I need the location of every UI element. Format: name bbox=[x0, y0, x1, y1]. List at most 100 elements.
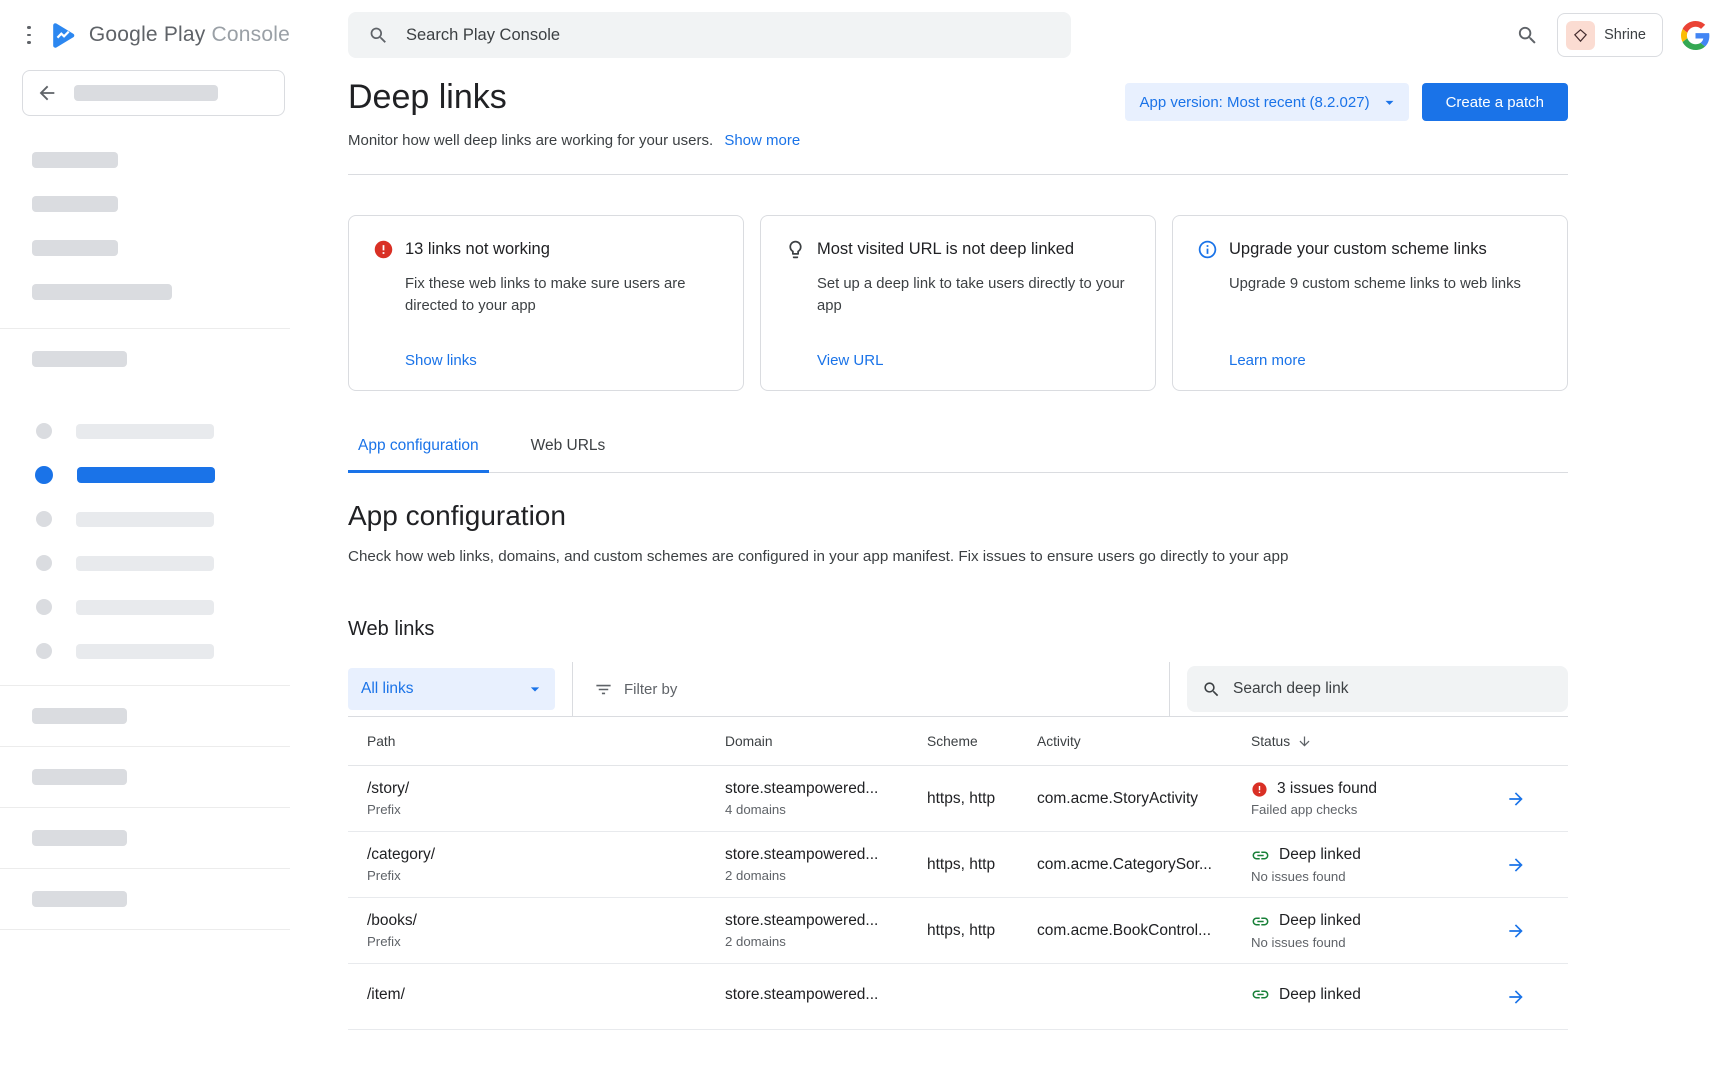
sidebar-item-active[interactable] bbox=[0, 453, 290, 497]
sidebar-item[interactable] bbox=[0, 541, 290, 585]
sidebar-skeleton-group bbox=[32, 152, 290, 300]
back-arrow-icon bbox=[36, 82, 58, 104]
sidebar: Google Play Console bbox=[0, 0, 290, 1080]
activity-value: com.acme.StoryActivity bbox=[1037, 790, 1251, 808]
google-account-avatar[interactable] bbox=[1681, 21, 1710, 50]
column-activity: Activity bbox=[1037, 734, 1251, 749]
arrow-forward-icon bbox=[1506, 987, 1526, 1007]
sidebar-item[interactable] bbox=[0, 409, 290, 453]
path-value: /books/ bbox=[367, 912, 725, 930]
domain-count: 4 domains bbox=[725, 802, 927, 817]
logo-suffix: Console bbox=[212, 23, 290, 46]
column-path: Path bbox=[348, 734, 725, 749]
status: Deep linked bbox=[1251, 912, 1497, 931]
nav-dot-icon bbox=[35, 466, 53, 484]
card-head: Upgrade your custom scheme links bbox=[1197, 239, 1543, 260]
info-icon bbox=[1197, 239, 1218, 260]
path-type: Prefix bbox=[367, 934, 725, 949]
path-type: Prefix bbox=[367, 868, 725, 883]
row-detail-arrow[interactable] bbox=[1506, 921, 1568, 941]
activity-value: com.acme.BookControl... bbox=[1037, 922, 1251, 940]
sidebar-item[interactable] bbox=[0, 497, 290, 541]
menu-icon[interactable] bbox=[27, 26, 31, 44]
link-icon bbox=[1251, 846, 1270, 865]
path-value: /category/ bbox=[367, 846, 725, 864]
row-detail-arrow[interactable] bbox=[1506, 855, 1568, 875]
sidebar-section bbox=[0, 746, 290, 807]
nav-dot-icon bbox=[36, 511, 52, 527]
deep-link-search-input[interactable] bbox=[1233, 680, 1553, 698]
logo-text: Google Play Console bbox=[89, 23, 290, 47]
learn-more-link[interactable]: Learn more bbox=[1229, 352, 1306, 369]
toolbar-separator bbox=[1169, 662, 1170, 716]
table-row[interactable]: /books/Prefix store.steampowered...2 dom… bbox=[348, 898, 1568, 964]
view-url-link[interactable]: View URL bbox=[817, 352, 883, 369]
deep-link-search[interactable] bbox=[1187, 666, 1568, 712]
card-links-not-working: 13 links not working Fix these web links… bbox=[348, 215, 744, 391]
global-search-icon[interactable] bbox=[1516, 24, 1539, 47]
card-most-visited-url: Most visited URL is not deep linked Set … bbox=[760, 215, 1156, 391]
tab-bar: App configuration Web URLs bbox=[348, 437, 1568, 473]
tab-app-configuration[interactable]: App configuration bbox=[348, 437, 489, 473]
table-row[interactable]: /category/Prefix store.steampowered...2 … bbox=[348, 832, 1568, 898]
table-row[interactable]: /story/Prefix store.steampowered...4 dom… bbox=[348, 766, 1568, 832]
web-links-title: Web links bbox=[348, 618, 1568, 641]
arrow-forward-icon bbox=[1506, 789, 1526, 809]
sidebar-item[interactable] bbox=[0, 629, 290, 673]
page-title: Deep links bbox=[348, 78, 507, 117]
page-header: Deep links App version: Most recent (8.2… bbox=[348, 78, 1568, 121]
topbar-right: Shrine bbox=[1516, 13, 1710, 57]
links-filter-value: All links bbox=[361, 680, 414, 698]
status-value: Deep linked bbox=[1279, 912, 1361, 930]
sidebar-item[interactable] bbox=[0, 585, 290, 629]
chevron-down-icon bbox=[1380, 93, 1399, 112]
filter-icon bbox=[594, 680, 613, 699]
section-description: Check how web links, domains, and custom… bbox=[348, 548, 1568, 565]
row-detail-arrow[interactable] bbox=[1506, 789, 1568, 809]
console-search[interactable] bbox=[348, 12, 1071, 58]
search-input[interactable] bbox=[406, 26, 1051, 45]
links-filter-dropdown[interactable]: All links bbox=[348, 668, 555, 710]
show-links-link[interactable]: Show links bbox=[405, 352, 477, 369]
skeleton-bar bbox=[32, 830, 127, 846]
skeleton-bar bbox=[77, 467, 215, 483]
card-head: 13 links not working bbox=[373, 239, 719, 260]
status-detail: No issues found bbox=[1251, 869, 1497, 884]
status-value: Deep linked bbox=[1279, 846, 1361, 864]
app-version-dropdown[interactable]: App version: Most recent (8.2.027) bbox=[1125, 83, 1408, 121]
skeleton-bar bbox=[76, 600, 214, 615]
domain-count: 2 domains bbox=[725, 868, 927, 883]
path-value: /item/ bbox=[367, 986, 725, 1004]
status-detail: No issues found bbox=[1251, 935, 1497, 950]
shrine-app-icon bbox=[1566, 21, 1595, 50]
page-subtitle: Monitor how well deep links are working … bbox=[348, 132, 1568, 149]
app-version-label: App version: Most recent (8.2.027) bbox=[1139, 94, 1369, 111]
arrow-forward-icon bbox=[1506, 855, 1526, 875]
play-console-app: Google Play Console bbox=[0, 0, 1728, 1080]
nav-dot-icon bbox=[36, 423, 52, 439]
sidebar-section bbox=[0, 807, 290, 868]
filter-by-label: Filter by bbox=[624, 681, 677, 698]
sort-descending-icon bbox=[1297, 734, 1312, 749]
show-more-link[interactable]: Show more bbox=[724, 132, 800, 149]
sidebar-header: Google Play Console bbox=[0, 0, 290, 70]
nav-dot-icon bbox=[36, 643, 52, 659]
tab-web-urls[interactable]: Web URLs bbox=[521, 437, 616, 473]
status-value: Deep linked bbox=[1279, 986, 1361, 1004]
table-row[interactable]: /item/ store.steampowered... Deep linked bbox=[348, 964, 1568, 1030]
row-detail-arrow[interactable] bbox=[1506, 987, 1568, 1007]
google-g-icon bbox=[1681, 21, 1710, 50]
skeleton-bar bbox=[32, 708, 127, 724]
filter-by-button[interactable]: Filter by bbox=[594, 680, 677, 699]
skeleton-bar bbox=[32, 769, 127, 785]
back-button[interactable] bbox=[22, 70, 285, 116]
column-status: Status bbox=[1251, 734, 1290, 749]
lightbulb-icon bbox=[785, 239, 806, 260]
play-console-logo[interactable]: Google Play Console bbox=[47, 19, 290, 52]
domain-value: store.steampowered... bbox=[725, 912, 927, 930]
column-status-sort[interactable]: Status bbox=[1251, 734, 1497, 749]
create-patch-button[interactable]: Create a patch bbox=[1422, 83, 1568, 121]
card-body: Fix these web links to make sure users a… bbox=[405, 273, 719, 317]
card-upgrade-schemes: Upgrade your custom scheme links Upgrade… bbox=[1172, 215, 1568, 391]
app-switcher[interactable]: Shrine bbox=[1557, 13, 1663, 57]
